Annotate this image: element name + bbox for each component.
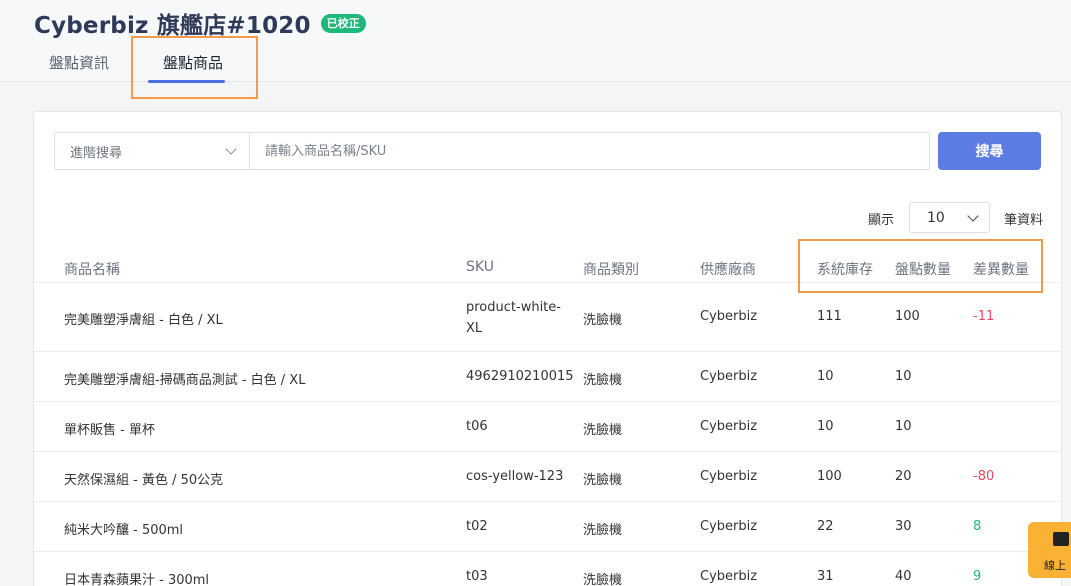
- cell-vendor: Cyberbiz: [700, 309, 758, 324]
- chat-icon: [1053, 532, 1069, 546]
- cell-counted: 40: [895, 569, 912, 584]
- table-row: 純米大吟釀 - 500ml t02 洗臉機 Cyberbiz 22 30 8: [34, 502, 1063, 552]
- cell-category: 洗臉機: [583, 523, 623, 538]
- col-header-category: 商品類別: [583, 262, 639, 278]
- cell-system-stock: 22: [817, 519, 834, 534]
- cell-system-stock: 111: [817, 309, 842, 324]
- page-size-value: 10: [927, 209, 945, 226]
- cell-vendor: Cyberbiz: [700, 469, 758, 484]
- cell-category: 洗臉機: [583, 373, 623, 388]
- table-row: 天然保濕組 - 黃色 / 50公克 cos-yellow-123 洗臉機 Cyb…: [34, 452, 1063, 502]
- search-bar: 進階搜尋: [54, 132, 930, 170]
- col-header-vendor: 供應廠商: [700, 262, 756, 278]
- cell-system-stock: 31: [817, 569, 834, 584]
- cell-category: 洗臉機: [583, 473, 623, 488]
- online-chat-widget[interactable]: 線上: [1028, 522, 1071, 578]
- chevron-down-icon: [225, 143, 237, 155]
- cell-sku: product-white-XL: [466, 300, 561, 336]
- cell-category: 洗臉機: [583, 423, 623, 438]
- inventory-table: 商品名稱 SKU 商品類別 供應廠商 系統庫存 盤點數量 差異數量 完美雕塑淨膚…: [34, 245, 1063, 586]
- advanced-search-label: 進階搜尋: [70, 145, 123, 161]
- cell-counted: 10: [895, 369, 912, 384]
- cell-name: 日本青森蘋果汁 - 300ml: [64, 573, 210, 586]
- table-row: 完美雕塑淨膚組-掃碼商品測試 - 白色 / XL 4962910210015 洗…: [34, 352, 1063, 402]
- cell-name: 純米大吟釀 - 500ml: [64, 523, 184, 538]
- table-row: 日本青森蘋果汁 - 300ml t03 洗臉機 Cyberbiz 31 40 9: [34, 552, 1063, 586]
- cell-counted: 20: [895, 469, 912, 484]
- cell-sku: t06: [466, 419, 488, 434]
- cell-sku: cos-yellow-123: [466, 469, 564, 484]
- cell-system-stock: 100: [817, 469, 842, 484]
- tab-count-info[interactable]: 盤點資訊: [49, 52, 109, 73]
- cell-difference: 8: [973, 519, 982, 534]
- cell-sku: 4962910210015: [466, 369, 574, 384]
- records-label: 筆資料: [1004, 213, 1044, 228]
- cell-system-stock: 10: [817, 419, 834, 434]
- col-header-sku: SKU: [466, 259, 494, 275]
- status-badge: 已校正: [320, 13, 366, 33]
- table-row: 完美雕塑淨膚組 - 白色 / XL product-white-XL 洗臉機 C…: [34, 283, 1063, 352]
- cell-sku: t03: [466, 569, 488, 584]
- search-button[interactable]: 搜尋: [938, 132, 1041, 170]
- page-title: Cyberbiz 旗艦店#1020: [34, 13, 311, 39]
- tab-highlight-box: [131, 36, 258, 99]
- show-label: 顯示: [868, 213, 895, 228]
- cell-vendor: Cyberbiz: [700, 369, 758, 384]
- cell-counted: 10: [895, 419, 912, 434]
- cell-category: 洗臉機: [583, 313, 623, 328]
- table-row: 單杯販售 - 單杯 t06 洗臉機 Cyberbiz 10 10: [34, 402, 1063, 452]
- cell-category: 洗臉機: [583, 573, 623, 586]
- cell-name: 完美雕塑淨膚組-掃碼商品測試 - 白色 / XL: [64, 373, 306, 388]
- cell-system-stock: 10: [817, 369, 834, 384]
- title-row: Cyberbiz 旗艦店#1020 已校正: [34, 6, 366, 40]
- cell-name: 單杯販售 - 單杯: [64, 423, 155, 438]
- cell-vendor: Cyberbiz: [700, 519, 758, 534]
- cell-sku: t02: [466, 519, 488, 534]
- cell-difference: -80: [973, 469, 995, 484]
- cell-name: 天然保濕組 - 黃色 / 50公克: [64, 473, 224, 488]
- cell-difference: 9: [973, 569, 982, 584]
- cell-counted: 30: [895, 519, 912, 534]
- advanced-search-dropdown[interactable]: 進階搜尋: [55, 133, 250, 169]
- search-input[interactable]: [250, 133, 929, 169]
- cell-vendor: Cyberbiz: [700, 569, 758, 584]
- col-header-name: 商品名稱: [64, 262, 120, 278]
- chevron-down-icon: [967, 209, 979, 222]
- content-card: 進階搜尋 搜尋 顯示 10 筆資料 商品名稱 SKU 商品類別 供應廠商 系統庫…: [33, 111, 1063, 586]
- cell-counted: 100: [895, 309, 920, 324]
- cell-vendor: Cyberbiz: [700, 419, 758, 434]
- stock-columns-highlight-box: [798, 239, 1043, 293]
- cell-name: 完美雕塑淨膚組 - 白色 / XL: [64, 313, 223, 328]
- page-size-select[interactable]: 10: [909, 202, 990, 233]
- chat-label: 線上: [1044, 559, 1066, 572]
- cell-difference: -11: [973, 309, 995, 324]
